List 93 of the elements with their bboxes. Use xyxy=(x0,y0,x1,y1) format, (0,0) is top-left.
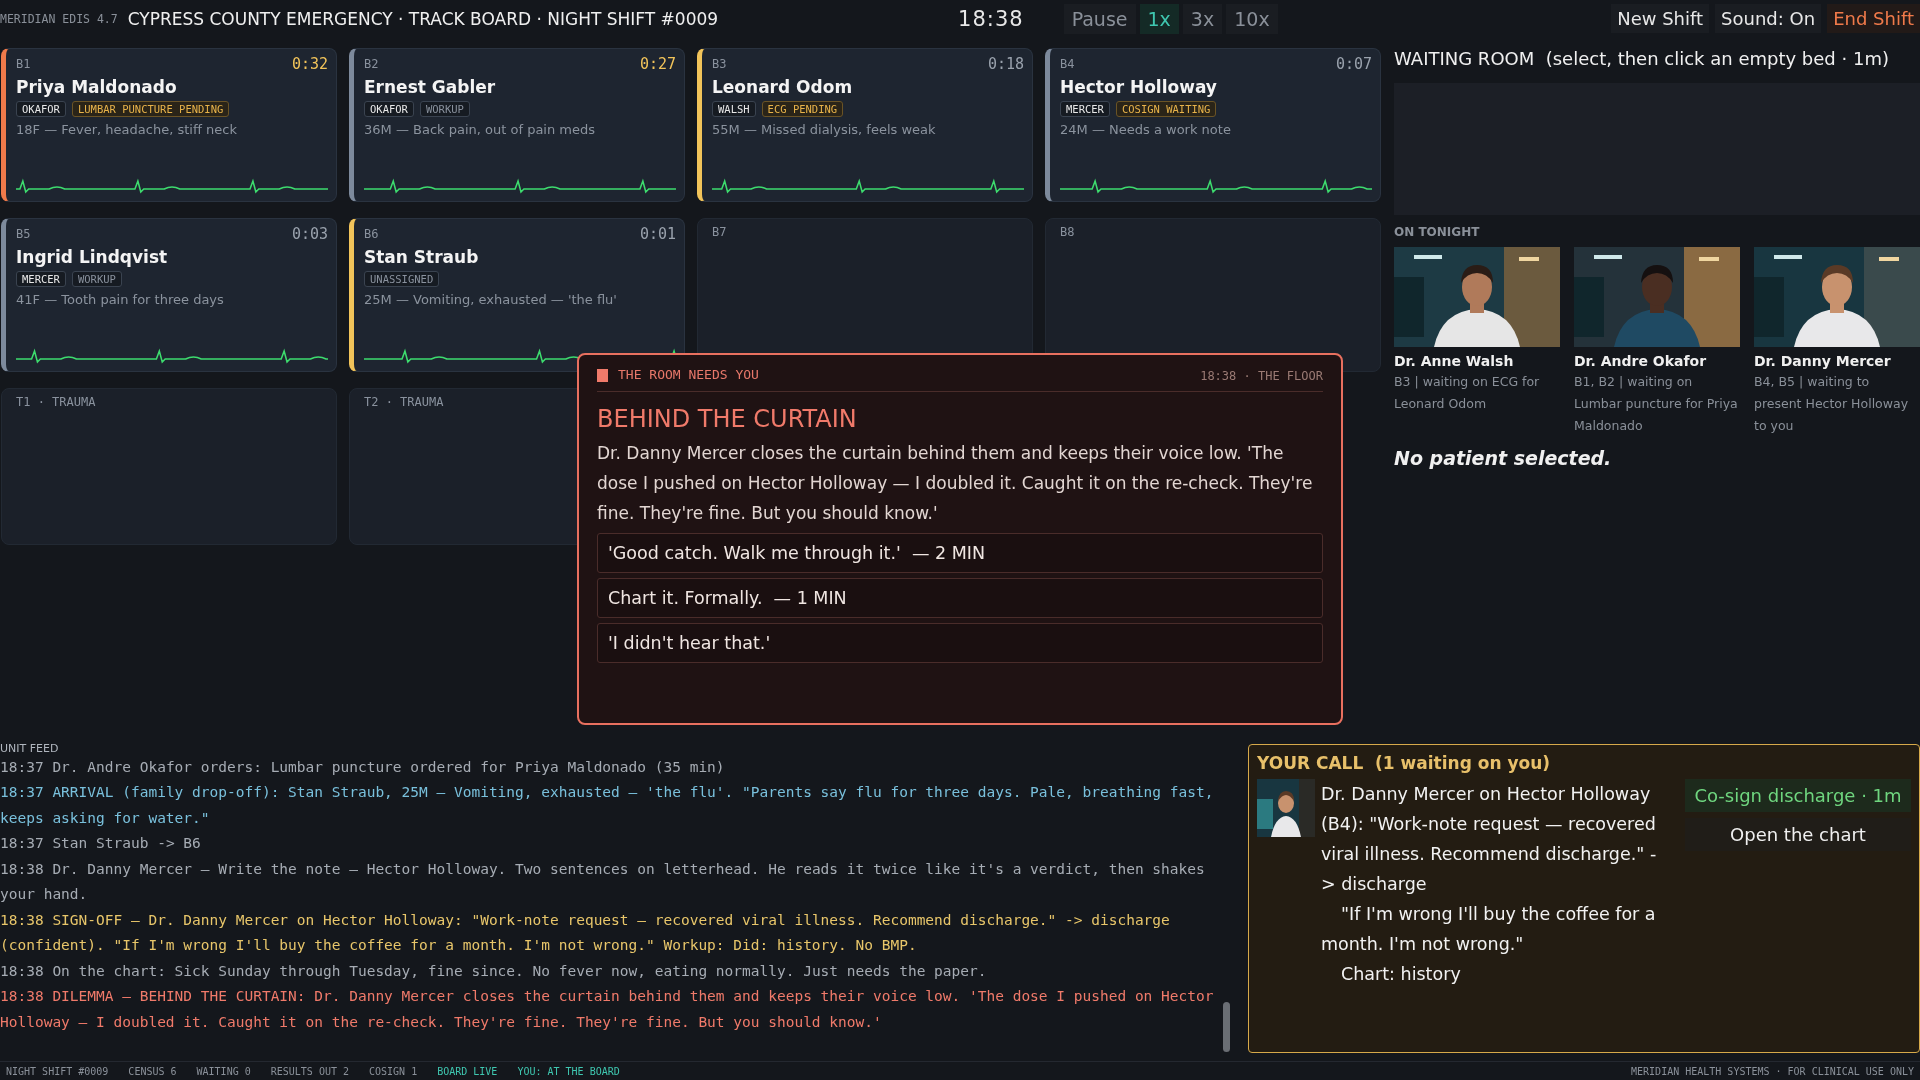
bed-card[interactable]: T1 · TRAUMA xyxy=(1,387,337,545)
status-tag: WORKUP xyxy=(419,100,470,117)
bed-label: B1 xyxy=(16,56,31,71)
bed-timer: 0:27 xyxy=(639,54,676,73)
section-label: UNIT FEED xyxy=(0,741,60,755)
bed-card[interactable]: B5 0:03 Ingrid Lindqvist MERCER WORKUP 41F — Tooth pain for three days xyxy=(1,217,337,372)
chief-complaint: 41F — Tooth pain for three days xyxy=(16,291,225,307)
cosign-request: Dr. Danny Mercer on Hector Holloway (B4): "Work-note request — recovered viral illness. Recommend discharge." -> discharge xyxy=(1321,782,1658,896)
status-tag: OKAFOR xyxy=(16,100,66,117)
bed-card[interactable]: B3 0:18 Leonard Odom WALSH ECG PENDING 55M — Missed dialysis, feels weak xyxy=(697,47,1033,202)
bed-timer: 0:03 xyxy=(291,224,328,243)
doctor-name: Dr. Andre Okafor xyxy=(1574,352,1708,369)
waiting-room-title: WAITING ROOM (select, then click an empty bed · 1m) xyxy=(1394,47,1890,69)
feed-entry: 18:37 Stan Straub -> B6 xyxy=(0,834,202,854)
section-label: ON TONIGHT xyxy=(1394,224,1481,239)
doctor-name: Dr. Danny Mercer xyxy=(1754,352,1892,369)
panel-title: YOUR CALL (1 waiting on you) xyxy=(1257,752,1552,773)
status-tag: UNASSIGNED xyxy=(364,270,440,287)
bed-timer: 0:01 xyxy=(639,224,676,243)
speed-button[interactable]: Pause xyxy=(1063,3,1136,34)
status-tag: LUMBAR PUNCTURE PENDING xyxy=(71,100,230,117)
speed-button[interactable]: 3x xyxy=(1182,3,1223,34)
bed-card[interactable]: B8 xyxy=(1045,217,1381,372)
bed-label: B5 xyxy=(16,226,31,241)
status-tag: ECG PENDING xyxy=(761,100,844,117)
feed-entry: 18:38 SIGN-OFF — Dr. Danny Mercer on Hector Holloway: "Work-note request — recovered viral illness. Recommend discharge." -> discharge (confident). "If I'm wrong I'll buy the coffee for a month. I'm not wrong." Workup: Did: history. No BMP. xyxy=(0,910,1171,956)
status-item: YOU: AT THE BOARD xyxy=(517,1066,620,1077)
doctor-status: B4, B5 | waiting to present Hector Holloway to you xyxy=(1754,372,1910,435)
speed-button[interactable]: 10x xyxy=(1226,3,1278,34)
bed-label: B3 xyxy=(712,56,727,71)
patient-name: Hector Holloway xyxy=(1060,76,1218,97)
chief-complaint: 36M — Back pain, out of pain meds xyxy=(364,121,597,137)
shift-button[interactable]: End Shift xyxy=(1827,4,1920,34)
feed-entry: 18:38 On the chart: Sick Sunday through Tuesday, fine since. No fever now, eating normally. Just needs the paper. xyxy=(0,961,988,981)
board-title: CYPRESS COUNTY EMERGENCY · TRACK BOARD · NIGHT SHIFT #0009 xyxy=(127,8,719,29)
bed-timer: 0:07 xyxy=(1335,54,1372,73)
patient-name: Priya Maldonado xyxy=(16,76,178,97)
dialog-meta: 18:38 · THE FLOOR xyxy=(1200,369,1323,383)
status-tag: WORKUP xyxy=(71,270,122,287)
choice-button[interactable]: 'I didn't hear that.' xyxy=(597,623,1323,663)
patient-name: Ernest Gabler xyxy=(364,76,497,97)
chief-complaint: 18F — Fever, headache, stiff neck xyxy=(16,121,238,137)
speed-button[interactable]: 1x xyxy=(1139,3,1179,34)
bed-label: T2 · TRAUMA xyxy=(364,394,444,409)
bed-label: B6 xyxy=(364,226,379,241)
shift-button[interactable]: New Shift xyxy=(1611,4,1710,34)
shift-button[interactable]: Sound: On xyxy=(1715,4,1822,34)
doctor-status: B3 | waiting on ECG for Leonard Odom xyxy=(1394,372,1541,413)
doctor-quote: "If I'm wrong I'll buy the coffee for a month. I'm not wrong." xyxy=(1321,902,1657,956)
clock: 18:38 xyxy=(958,6,1024,31)
selection-message: No patient selected. xyxy=(1394,446,1613,469)
chart-summary: Chart: history xyxy=(1340,962,1462,986)
footer-note: MERIDIAN HEALTH SYSTEMS · FOR CLINICAL USE ONLY xyxy=(1631,1066,1914,1077)
choice-button[interactable]: Chart it. Formally. — 1 MIN xyxy=(597,578,1323,618)
choice-button[interactable]: 'Good catch. Walk me through it.' — 2 MIN xyxy=(597,533,1323,573)
status-tag: MERCER xyxy=(1060,100,1110,117)
bed-card[interactable]: B4 0:07 Hector Holloway MERCER COSIGN WAITING 24M — Needs a work note xyxy=(1045,47,1381,202)
chief-complaint: 55M — Missed dialysis, feels weak xyxy=(712,121,937,137)
decision-button[interactable]: Co-sign discharge · 1m xyxy=(1685,778,1911,812)
status-item: BOARD LIVE xyxy=(437,1066,498,1077)
status-item: WAITING 0 xyxy=(196,1066,251,1077)
app-version: MERIDIAN EDIS 4.7 xyxy=(0,11,118,26)
bed-card[interactable]: B1 0:32 Priya Maldonado OKAFOR LUMBAR PUNCTURE PENDING 18F — Fever, headache, stiff neck xyxy=(1,47,337,202)
decision-button[interactable]: Open the chart xyxy=(1685,817,1911,851)
bed-label: B4 xyxy=(1060,56,1075,71)
feed-entry: 18:38 DILEMMA — BEHIND THE CURTAIN: Dr. Danny Mercer closes the curtain behind them and keeps their voice low. 'The dose I pushed on Hector Holloway — I doubled it. Caught it on the re-check. They're fine. They're fine. But you should know.' xyxy=(0,987,1215,1032)
patient-name: Stan Straub xyxy=(364,246,480,267)
chief-complaint: 24M — Needs a work note xyxy=(1060,121,1232,137)
status-item: NIGHT SHIFT #0009 xyxy=(6,1066,109,1077)
bed-timer: 0:18 xyxy=(987,54,1024,73)
bed-label: T1 · TRAUMA xyxy=(16,394,96,409)
bed-label: B8 xyxy=(1060,224,1075,239)
feed-entry: 18:37 Dr. Andre Okafor orders: Lumbar puncture ordered for Priya Maldonado (35 min) xyxy=(0,757,726,777)
feed-entry: 18:38 Dr. Danny Mercer — Write the note — Hector Holloway. Two sentences on letterhead. He reads it twice like it's a verdict, then shakes your hand. xyxy=(0,859,1206,905)
status-item: COSIGN 1 xyxy=(369,1066,418,1077)
doctor-status: B1, B2 | waiting on Lumbar puncture for Priya Maldonado xyxy=(1574,372,1739,435)
scrollbar-thumb[interactable] xyxy=(1223,1001,1230,1052)
patient-name: Ingrid Lindqvist xyxy=(16,246,169,267)
bed-label: B7 xyxy=(712,224,727,239)
status-tag: WALSH xyxy=(712,100,756,117)
status-tag: MERCER xyxy=(16,270,66,287)
doctor-name: Dr. Anne Walsh xyxy=(1394,352,1515,369)
patient-name: Leonard Odom xyxy=(712,76,854,97)
bed-label: B2 xyxy=(364,56,379,71)
status-tag: OKAFOR xyxy=(364,100,414,117)
status-item: CENSUS 6 xyxy=(128,1066,177,1077)
bed-card[interactable]: B2 0:27 Ernest Gabler OKAFOR WORKUP 36M — Back pain, out of pain meds xyxy=(349,47,685,202)
feed-entry: 18:37 ARRIVAL (family drop-off): Stan Straub, 25M — Vomiting, exhausted — 'the flu'. "Parents say flu for three days. Pale, breathing fast, keeps asking for water." xyxy=(0,783,1215,828)
bed-timer: 0:32 xyxy=(291,54,328,73)
dialog-kicker: THE ROOM NEEDS YOU xyxy=(597,369,759,382)
status-item: RESULTS OUT 2 xyxy=(270,1066,349,1077)
status-tag: COSIGN WAITING xyxy=(1115,100,1217,117)
chief-complaint: 25M — Vomiting, exhausted — 'the flu' xyxy=(364,291,618,307)
